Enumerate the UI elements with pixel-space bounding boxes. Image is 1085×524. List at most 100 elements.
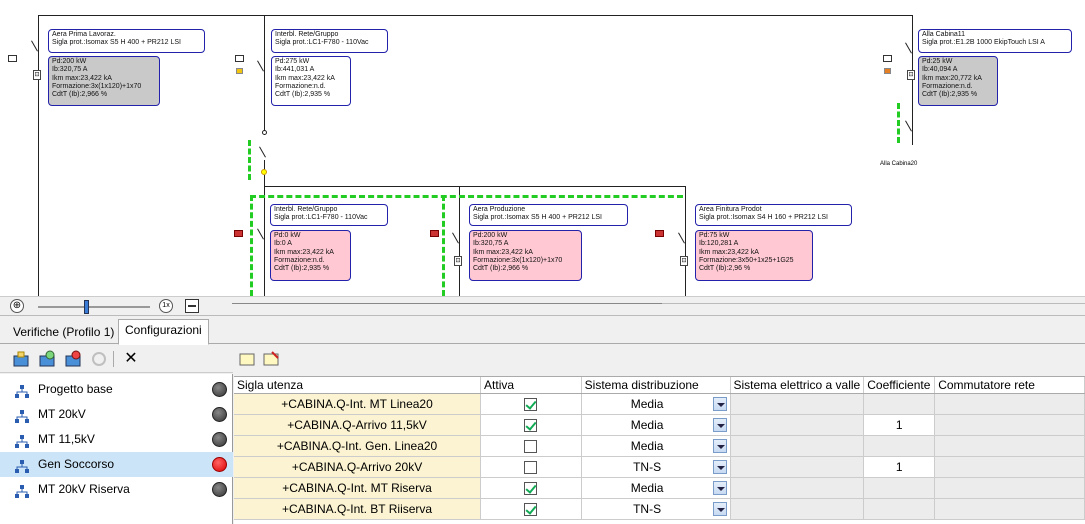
col-header-sigla[interactable]: Sigla utenza [234,377,482,394]
dropdown-arrow-icon[interactable] [712,438,727,453]
table-row[interactable]: +CABINA.Q-Arrivo 20kV TN-S 1 [234,456,1085,478]
dashed-link-left [248,140,251,180]
sistema-cell[interactable]: TN-S [581,456,731,478]
dropdown-arrow-icon[interactable] [712,501,727,516]
sistema-cell[interactable]: Media [581,414,731,436]
schematic-diagram[interactable]: ⊡ Aera Prima Lavoraz. Sigla prot.:Isomax… [0,0,1085,296]
box-data-area-finitura[interactable]: Pd:75 kW Ib:120,281 A Ikm max:23,422 kA … [695,230,813,281]
new-config-icon[interactable] [12,350,30,368]
feeder-line-1 [38,15,39,296]
commutatore-cell [934,393,1085,415]
coefficiente-cell[interactable]: 1 [863,456,936,478]
box-data-alla-cabina11[interactable]: Pd:25 kW Ib:40,094 A Ikm max:20,772 kA F… [918,56,998,106]
box-data-interbl-top[interactable]: Pd:275 kW Ib:441,031 A Ikm max:23,422 kA… [271,56,351,106]
zoom-reset-button[interactable]: 1x [159,299,173,313]
switch-symbol [905,120,912,132]
attiva-cell[interactable] [480,414,582,436]
sistema-value: Media [630,396,664,411]
refresh-icon[interactable] [90,350,108,368]
attiva-cell[interactable] [480,477,582,499]
zoom-slider-handle[interactable] [84,300,89,314]
table-row[interactable]: +CABINA.Q-Int. MT Riserva Media [234,477,1085,499]
coefficiente-cell[interactable]: 1 [863,414,936,436]
config-item[interactable]: Progetto base [0,377,233,402]
copy-config-icon[interactable] [38,350,56,368]
box-data-aera-produzione[interactable]: Pd:200 kW Ib:320,75 A Ikm max:23,422 kA … [469,230,582,281]
attiva-checkbox[interactable] [524,397,538,411]
tab-verifiche[interactable]: Verifiche (Profilo 1) [6,321,121,344]
attiva-cell[interactable] [480,456,582,478]
config-item[interactable]: MT 20kV Riserva [0,477,233,502]
pan-icon[interactable]: ⊕ [10,299,24,313]
table-row[interactable]: +CABINA.Q-Int. MT Linea20 Media [234,393,1085,415]
valle-cell [730,456,865,478]
attiva-checkbox[interactable] [524,502,538,516]
zoom-slider-track[interactable] [38,306,150,308]
valle-cell [730,498,865,520]
table-row[interactable]: +CABINA.Q-Int. Gen. Linea20 Media [234,435,1085,457]
attiva-checkbox[interactable] [524,418,538,432]
attiva-checkbox[interactable] [524,439,538,453]
fit-view-icon[interactable] [185,299,199,313]
attiva-checkbox[interactable] [524,481,538,495]
breaker-symbol: ⊡ [454,256,462,266]
valle-cell [730,414,865,436]
col-header-valle[interactable]: Sistema elettrico a valle [730,377,865,394]
sigla-cell[interactable]: +CABINA.Q-Int. MT Riserva [234,477,482,499]
config-item-selected[interactable]: Gen Soccorso [0,452,233,477]
dropdown-arrow-icon[interactable] [712,480,727,495]
close-icon[interactable]: ✕ [122,350,140,368]
tab-configurazioni[interactable]: Configurazioni [118,319,209,345]
table-row[interactable]: +CABINA.Q-Arrivo 11,5kV Media 1 [234,414,1085,436]
diagram-hscrollbar-track[interactable] [662,303,1085,304]
box-header-interbl-top[interactable]: Interbl. Rete/Gruppo Sigla prot.:LC1-F78… [271,29,388,53]
box-header-aera-prima[interactable]: Aera Prima Lavoraz. Sigla prot.:Isomax S… [48,29,205,53]
attiva-cell[interactable] [480,498,582,520]
box-header-interbl-bottom[interactable]: Interbl. Rete/Gruppo Sigla prot.:LC1-F78… [270,204,388,226]
box-header-area-finitura[interactable]: Area Finitura Prodot Sigla prot.:Isomax … [695,204,852,226]
dashed-group-left [250,195,253,296]
add-row-icon[interactable] [238,350,256,368]
box-header-alla-cabina11[interactable]: Alla Cabina11 Sigla prot.:E1.2B 1000 Eki… [918,29,1072,53]
delete-config-icon[interactable] [64,350,82,368]
delete-row-icon[interactable] [262,350,280,368]
sistema-cell[interactable]: TN-S [581,498,731,520]
diagram-hscrollbar[interactable] [232,303,662,304]
sistema-value: TN-S [633,459,662,474]
table-row[interactable]: +CABINA.Q-Int. BT Riiserva TN-S [234,498,1085,520]
tab-bar: Verifiche (Profilo 1) Configurazioni [0,318,1085,345]
box-data-interbl-bottom[interactable]: Pd:0 kW Ib:0 A Ikm max:23,422 kA Formazi… [270,230,351,281]
sistema-cell[interactable]: Media [581,477,731,499]
sistema-cell[interactable]: Media [581,393,731,415]
sigla-cell[interactable]: +CABINA.Q-Int. MT Linea20 [234,393,482,415]
col-header-attiva[interactable]: Attiva [480,377,582,394]
col-header-coefficiente[interactable]: Coefficiente [863,377,936,394]
box-header-aera-produzione[interactable]: Aera Produzione Sigla prot.:Isomax S5 H … [469,204,628,226]
sigla-cell[interactable]: +CABINA.Q-Arrivo 11,5kV [234,414,482,436]
sigla-cell[interactable]: +CABINA.Q-Int. BT Riiserva [234,498,482,520]
attiva-cell[interactable] [480,393,582,415]
sigla-cell[interactable]: +CABINA.Q-Int. Gen. Linea20 [234,435,482,457]
breaker-symbol: ⊡ [907,70,915,80]
valle-cell [730,393,865,415]
attiva-checkbox[interactable] [524,460,538,474]
dropdown-arrow-icon[interactable] [712,417,727,432]
config-item[interactable]: MT 11,5kV [0,427,233,452]
config-list: Progetto base MT 20kV MT 11,5kV Gen Socc… [0,374,233,524]
col-header-commutatore[interactable]: Commutatore rete [934,377,1085,394]
cabina20-label: Alla Cabina20 [880,161,918,167]
config-item[interactable]: MT 20kV [0,402,233,427]
dropdown-arrow-icon[interactable] [712,396,727,411]
sigla-cell[interactable]: +CABINA.Q-Arrivo 20kV [234,456,482,478]
coefficiente-cell [863,435,936,457]
box-data-aera-prima[interactable]: Pd:200 kW Ib:320,75 A Ikm max:23,422 kA … [48,56,160,106]
config-toolbar: ✕ [0,345,233,373]
config-name: MT 20kV [38,407,86,421]
config-name: Gen Soccorso [38,457,115,471]
dashed-group-top [250,195,683,198]
feeder-line-2 [264,15,265,135]
col-header-sistema[interactable]: Sistema distribuzione [581,377,731,394]
sistema-cell[interactable]: Media [581,435,731,457]
attiva-cell[interactable] [480,435,582,457]
dropdown-arrow-icon[interactable] [712,459,727,474]
